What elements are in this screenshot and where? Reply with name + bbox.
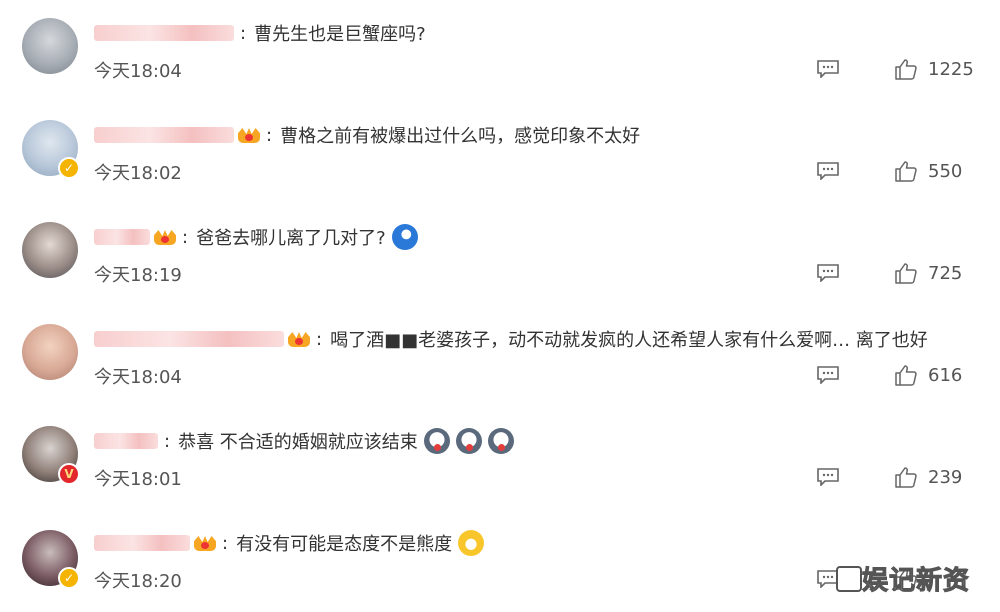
like-button[interactable]: 616 [894,364,962,386]
comment-item: : 喝了酒■■老婆孩子，动不动就发疯的人还希望人家有什么爱啊… 离了也好今天18:… [0,306,1000,408]
comment-item: V: 恭喜 不合适的婚姻就应该结束 今天18:01 239 [0,408,1000,510]
crown-icon [154,228,176,246]
comment-line: : 曹格之前有被爆出过什么吗，感觉印象不太好 [94,122,640,148]
like-count: 1225 [928,58,974,80]
like-button[interactable]: 239 [894,466,962,488]
thumbs-up-icon [895,467,917,488]
separator: : [222,532,229,554]
username-blurred[interactable] [94,433,158,449]
comment-text: 爸爸去哪儿离了几对了? [196,228,386,249]
reply-icon[interactable] [816,263,840,282]
username-blurred[interactable] [94,331,284,347]
like-count: 239 [928,466,963,488]
crown-icon [194,534,216,552]
verified-badge-icon: ✓ [58,567,80,589]
like-count: 616 [928,364,963,386]
like-button[interactable]: 550 [894,160,962,182]
comment-line: : 恭喜 不合适的婚姻就应该结束 [94,428,514,454]
watermark-text: 娱记新资 [861,566,971,597]
dog-emoji-icon [487,428,514,454]
reply-icon[interactable] [816,59,840,78]
thumbs-up-icon [895,263,917,284]
reply-icon[interactable] [816,161,840,180]
avatar[interactable] [22,18,78,74]
crown-icon [288,330,310,348]
like-count: 725 [928,262,963,284]
comment-time: 今天18:02 [94,163,182,184]
comment-line: : 有没有可能是态度不是熊度 [94,530,485,556]
comment-text: 曹格之前有被爆出过什么吗，感觉印象不太好 [280,126,641,147]
comment-item: ✓: 曹格之前有被爆出过什么吗，感觉印象不太好 今天18:02 550 [0,102,1000,204]
comment-item: : 爸爸去哪儿离了几对了? 今天18:19 725 [0,204,1000,306]
thumbs-up-icon [895,59,917,80]
comment-text: 曹先生也是巨蟹座吗? [254,24,426,45]
dog-emoji-icon [455,428,482,454]
like-count: 550 [928,160,963,182]
comment-time: 今天18:19 [94,265,182,286]
username-blurred[interactable] [94,127,234,143]
blue-emoji-icon [391,224,418,250]
verified-badge-icon: ✓ [58,157,80,179]
red-v-badge-icon: V [58,463,80,485]
separator: : [240,22,247,44]
thumbs-up-icon [895,161,917,182]
reply-icon[interactable] [816,365,840,384]
username-blurred[interactable] [94,229,150,245]
thumbs-up-icon [895,365,917,386]
comment-item: ✓: 有没有可能是态度不是熊度 今天18:20 [0,510,1000,612]
username-blurred[interactable] [94,535,190,551]
comment-text: 有没有可能是态度不是熊度 [236,534,453,555]
like-button[interactable]: 1225 [894,58,974,80]
comment-line: : 曹先生也是巨蟹座吗? [94,20,426,46]
avatar[interactable]: V [22,426,80,485]
avatar[interactable]: ✓ [22,530,80,589]
crown-icon [238,126,260,144]
separator: : [164,430,171,452]
comment-item: : 曹先生也是巨蟹座吗? 今天18:04 1225 [0,0,1000,102]
watermark-logo-icon [836,566,862,592]
like-button[interactable]: 725 [894,262,962,284]
comment-time: 今天18:04 [94,61,182,82]
dog-emoji-icon [423,428,450,454]
separator: : [266,124,273,146]
laugh-emoji-icon [458,530,485,556]
comment-line: : 喝了酒■■老婆孩子，动不动就发疯的人还希望人家有什么爱啊… 离了也好 [94,326,928,352]
username-blurred[interactable] [94,25,234,41]
avatar[interactable] [22,222,78,278]
comment-text: 恭喜 不合适的婚姻就应该结束 [178,432,418,453]
avatar[interactable] [22,324,78,380]
avatar[interactable]: ✓ [22,120,80,179]
separator: : [182,226,189,248]
separator: : [316,328,323,350]
comment-time: 今天18:20 [94,571,182,592]
reply-icon[interactable] [816,467,840,486]
comment-line: : 爸爸去哪儿离了几对了? [94,224,418,250]
comment-text: 喝了酒■■老婆孩子，动不动就发疯的人还希望人家有什么爱啊… 离了也好 [330,330,928,351]
comment-time: 今天18:01 [94,469,182,490]
comment-time: 今天18:04 [94,367,182,388]
